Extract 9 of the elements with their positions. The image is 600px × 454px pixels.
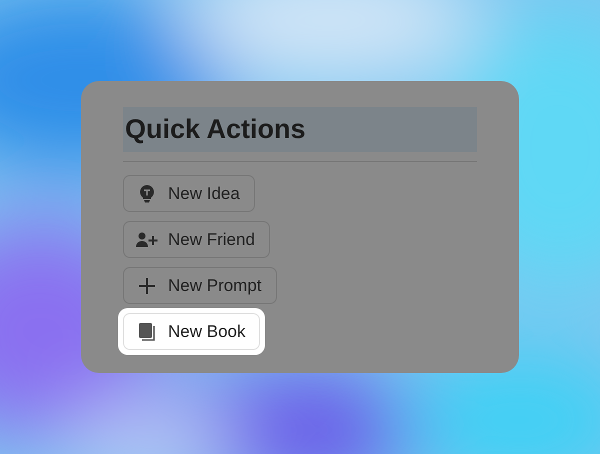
action-button[interactable]: New Prompt [123,267,277,304]
panel-title: Quick Actions [123,107,477,152]
add-person-icon [136,232,158,248]
action-button[interactable]: New Book [123,313,260,350]
action-button[interactable]: New Friend [123,221,270,258]
action-button[interactable]: New Idea [123,175,255,212]
lightbulb-icon [140,184,154,202]
book-icon [139,322,155,340]
plus-icon [138,276,156,294]
